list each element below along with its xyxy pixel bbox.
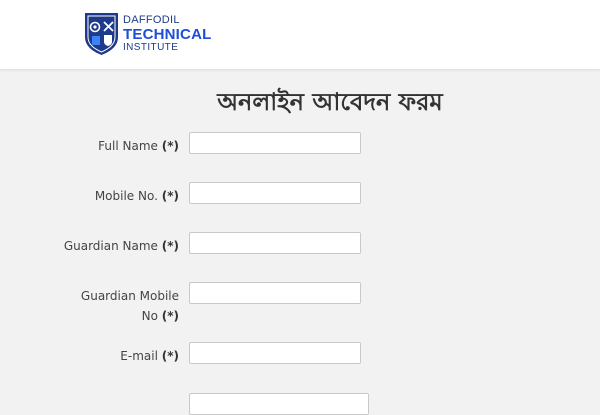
email-label-text: E-mail — [120, 349, 158, 363]
full-name-input[interactable] — [189, 132, 361, 154]
mobile-label-text: Mobile No. — [94, 189, 158, 203]
guardian-mobile-input[interactable] — [189, 282, 361, 304]
guardian-name-label: Guardian Name (*) — [19, 236, 179, 256]
full-name-label: Full Name (*) — [19, 136, 179, 156]
required-marker: (*) — [161, 239, 179, 253]
required-marker: (*) — [161, 309, 179, 323]
required-marker: (*) — [161, 349, 179, 363]
guardian-name-label-text: Guardian Name — [63, 239, 158, 253]
logo-line-2: TECHNICAL — [123, 26, 212, 43]
guardian-mobile-label-line2: No — [141, 309, 158, 323]
logo-text: DAFFODIL TECHNICAL INSTITUTE — [123, 15, 211, 53]
mobile-input[interactable] — [189, 182, 361, 204]
guardian-name-input[interactable] — [189, 232, 361, 254]
full-name-label-text: Full Name — [98, 139, 158, 153]
guardian-mobile-label-line1: Guardian Mobile — [80, 289, 179, 303]
required-marker: (*) — [161, 139, 179, 153]
guardian-mobile-label: Guardian Mobile No (*) — [19, 286, 179, 326]
email-label: E-mail (*) — [19, 346, 179, 366]
logo-line-1: DAFFODIL — [123, 14, 180, 26]
logo-line-3: INSTITUTE — [123, 42, 179, 53]
next-field-input[interactable] — [189, 393, 369, 415]
shield-icon — [85, 13, 118, 55]
required-marker: (*) — [161, 189, 179, 203]
institute-logo[interactable]: DAFFODIL TECHNICAL INSTITUTE — [83, 11, 211, 57]
page-title: অনলাইন আবেদন ফরম — [217, 88, 443, 116]
mobile-label: Mobile No. (*) — [19, 186, 179, 206]
site-header: DAFFODIL TECHNICAL INSTITUTE — [0, 0, 600, 70]
email-input[interactable] — [189, 342, 361, 364]
